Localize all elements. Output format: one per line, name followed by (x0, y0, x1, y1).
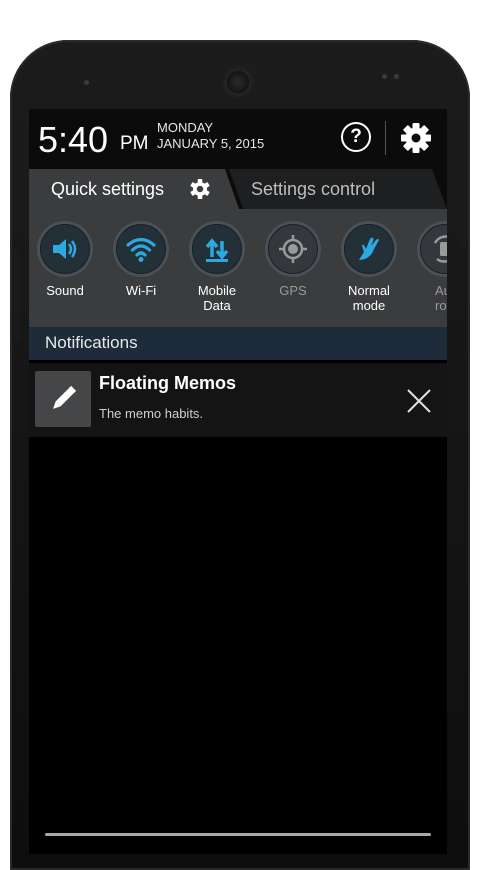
auto-rotate-icon (433, 235, 447, 263)
wifi-icon (126, 237, 156, 262)
qs-toggle-circle (344, 224, 394, 274)
qs-toggle-label: Mobile Data (197, 283, 237, 313)
clock-ampm: PM (120, 133, 149, 154)
help-icon: ? (350, 126, 362, 147)
clock-date: JANUARY 5, 2015 (157, 136, 265, 151)
help-button[interactable]: ? (341, 122, 371, 152)
close-icon (407, 389, 431, 413)
sensor-dot (84, 80, 89, 85)
tab-quick-settings-label: Quick settings (51, 179, 165, 199)
clock-time: 5:40 (38, 119, 109, 160)
hand-icon (359, 237, 379, 260)
notification-item[interactable]: Floating Memos The memo habits. (29, 363, 447, 437)
qs-toggle-normal-mode[interactable]: Normal mode (333, 224, 405, 313)
qs-toggle-circle (268, 224, 318, 274)
notifications-header-label: Notifications (45, 333, 138, 352)
volume-button (14, 250, 20, 340)
shade-drag-handle[interactable] (45, 833, 431, 836)
qs-toggle-label: Au rota (435, 283, 447, 313)
dismiss-notification-button[interactable] (405, 387, 433, 415)
app-icon (35, 371, 91, 427)
notification-text: The memo habits. (99, 406, 204, 421)
qs-toggle-gps[interactable]: GPS (257, 224, 329, 298)
sensor-dot (382, 74, 387, 79)
clock-day: MONDAY (157, 120, 214, 135)
qs-toggle-circle (116, 224, 166, 274)
qs-toggle-label: Wi-Fi (125, 283, 157, 298)
qs-toggle-sound[interactable]: Sound (29, 224, 101, 298)
qs-toggle-label: GPS (279, 283, 307, 298)
qs-toggle-auto-rotate[interactable]: Au rota (409, 224, 447, 313)
notification-title: Floating Memos (99, 373, 237, 393)
qs-toggle-label: Sound (46, 283, 84, 298)
qs-toggle-label: Normal mode (348, 283, 390, 313)
notifications-header: Notifications (29, 327, 447, 360)
quick-settings-gear-button[interactable] (189, 178, 211, 200)
front-camera (224, 68, 252, 96)
speaker-icon (53, 239, 77, 259)
gps-icon (279, 235, 307, 263)
qs-toggle-circle (420, 224, 447, 274)
gear-icon (190, 179, 210, 199)
shade-tabs: Settings control Quick settings (29, 169, 447, 209)
shade-header: 5:40 PM MONDAY JANUARY 5, 2015 ? (29, 109, 447, 169)
sensor-dot (394, 74, 399, 79)
qs-toggle-circle (192, 224, 242, 274)
power-button (460, 190, 466, 250)
notification-shade: 5:40 PM MONDAY JANUARY 5, 2015 ? Setting… (29, 109, 447, 854)
tab-settings-control-label: Settings control (251, 179, 376, 199)
gear-icon (401, 123, 431, 153)
pencil-icon (53, 385, 77, 409)
qs-toggle-wifi[interactable]: Wi-Fi (105, 224, 177, 298)
quick-settings-panel: Sound Wi-Fi Mobile Data GPS Normal mode … (29, 209, 447, 327)
settings-button[interactable] (399, 121, 433, 155)
mobile-data-icon (205, 238, 229, 262)
qs-toggle-mobile-data[interactable]: Mobile Data (181, 224, 253, 313)
header-divider (385, 121, 386, 155)
qs-toggle-circle (40, 224, 90, 274)
